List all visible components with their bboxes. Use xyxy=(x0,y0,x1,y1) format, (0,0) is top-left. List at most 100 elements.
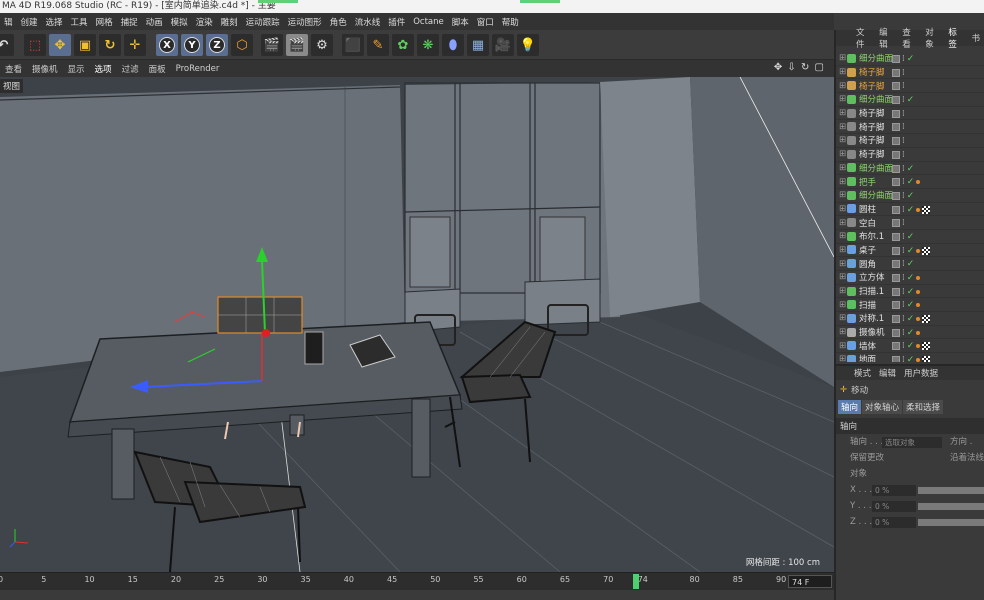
scale-tool-button[interactable]: ▣ xyxy=(74,34,96,56)
menu-item-12[interactable]: 角色 xyxy=(326,16,351,28)
current-frame-field[interactable]: 74 F xyxy=(788,575,832,588)
object-manager-tab-0[interactable]: 文件 xyxy=(852,26,875,50)
visibility-dots-icon[interactable]: ⁞ xyxy=(902,191,905,201)
visibility-dots-icon[interactable]: ⁞ xyxy=(902,259,905,269)
z-slider[interactable] xyxy=(918,519,984,526)
pen-spline-icon[interactable]: ✎ xyxy=(367,34,389,56)
menu-item-8[interactable]: 渲染 xyxy=(192,16,217,28)
visibility-dots-icon[interactable]: ⁞ xyxy=(902,355,905,362)
z-axis-lock-button[interactable]: Z xyxy=(206,34,228,56)
object-name[interactable]: 椅子脚 xyxy=(859,121,893,133)
expand-icon[interactable]: ⊞ xyxy=(839,122,847,132)
object-row[interactable]: ⊞ 细分曲面 ⁞ ✓ xyxy=(836,52,984,66)
layer-swatch-icon[interactable] xyxy=(892,82,900,91)
material-tag-icon[interactable] xyxy=(922,205,931,214)
object-row[interactable]: ⊞ 扫描 ⁞ ✓ xyxy=(836,298,984,313)
object-row[interactable]: ⊞ 摄像机 ⁞ ✓ xyxy=(836,326,984,340)
move-tool-button[interactable]: ✥ xyxy=(49,34,71,56)
menu-item-14[interactable]: 插件 xyxy=(384,16,409,28)
attribute-tab-2[interactable]: 用户数据 xyxy=(900,367,942,379)
expand-icon[interactable]: ⊞ xyxy=(839,81,847,91)
object-row[interactable]: ⊞ 地面 ⁞ ✓ xyxy=(836,353,984,362)
object-name[interactable]: 椅子脚 xyxy=(859,80,893,92)
object-row[interactable]: ⊞ 对称.1 ⁞ ✓ xyxy=(836,312,984,326)
y-value-field[interactable]: 0 % xyxy=(872,501,916,512)
object-row[interactable]: ⊞ 圆柱 ⁞ ✓ xyxy=(836,203,984,217)
object-row[interactable]: ⊞ 椅子脚 ⁞ xyxy=(836,66,984,80)
menu-item-1[interactable]: 创建 xyxy=(17,16,42,28)
tag-icon[interactable] xyxy=(916,289,921,294)
expand-icon[interactable]: ⊞ xyxy=(839,272,847,282)
viewport-nav-icons[interactable]: ✥ ⇩ ↻ ▢ xyxy=(769,62,830,73)
object-row[interactable]: ⊞ 椅子脚 ⁞ xyxy=(836,107,984,121)
expand-icon[interactable]: ⊞ xyxy=(839,286,847,296)
visibility-dots-icon[interactable]: ⁞ xyxy=(902,232,905,242)
menu-item-9[interactable]: 雕刻 xyxy=(217,16,242,28)
enabled-check-icon[interactable]: ✓ xyxy=(907,246,915,256)
viewport-menu-item-3[interactable]: 选项 xyxy=(90,63,117,75)
layer-swatch-icon[interactable] xyxy=(892,232,900,241)
layer-swatch-icon[interactable] xyxy=(892,164,900,173)
timeline-playhead[interactable] xyxy=(632,574,639,589)
attribute-subtab-0[interactable]: 轴向 xyxy=(838,400,862,414)
material-tag-icon[interactable] xyxy=(922,356,931,362)
object-manager-tab-3[interactable]: 对象 xyxy=(921,26,944,50)
enabled-check-icon[interactable]: ✓ xyxy=(907,287,915,297)
y-slider[interactable] xyxy=(918,503,984,510)
rotate-tool-button[interactable]: ↻ xyxy=(99,34,121,56)
object-manager-tab-2[interactable]: 查看 xyxy=(898,26,921,50)
layer-swatch-icon[interactable] xyxy=(892,219,900,228)
object-row[interactable]: ⊞ 细分曲面 ⁞ ✓ xyxy=(836,93,984,107)
visibility-dots-icon[interactable]: ⁞ xyxy=(902,150,905,160)
enabled-check-icon[interactable]: ✓ xyxy=(907,300,915,310)
enabled-check-icon[interactable]: ✓ xyxy=(907,355,915,362)
enabled-check-icon[interactable]: ✓ xyxy=(907,259,915,269)
array-icon[interactable]: ❋ xyxy=(417,34,439,56)
light-icon[interactable]: 💡 xyxy=(517,34,539,56)
object-row[interactable]: ⊞ 椅子脚 ⁞ xyxy=(836,79,984,94)
expand-icon[interactable]: ⊞ xyxy=(839,204,847,214)
menu-item-2[interactable]: 选择 xyxy=(42,16,67,28)
layer-swatch-icon[interactable] xyxy=(892,260,900,269)
expand-icon[interactable]: ⊞ xyxy=(839,67,847,77)
visibility-dots-icon[interactable]: ⁞ xyxy=(902,81,905,91)
object-name[interactable]: 墙体 xyxy=(859,340,893,352)
enabled-check-icon[interactable]: ✓ xyxy=(907,232,915,242)
layer-swatch-icon[interactable] xyxy=(892,246,900,255)
axis-dropdown[interactable]: 选取对象 xyxy=(882,437,942,448)
visibility-dots-icon[interactable]: ⁞ xyxy=(902,95,905,105)
expand-icon[interactable]: ⊞ xyxy=(839,135,847,145)
visibility-dots-icon[interactable]: ⁞ xyxy=(902,109,905,119)
expand-icon[interactable]: ⊞ xyxy=(839,300,847,310)
object-name[interactable]: 地面 xyxy=(859,353,893,362)
enabled-check-icon[interactable]: ✓ xyxy=(907,341,915,351)
layer-swatch-icon[interactable] xyxy=(892,287,900,296)
expand-icon[interactable]: ⊞ xyxy=(839,177,847,187)
enabled-check-icon[interactable]: ✓ xyxy=(907,314,915,324)
object-name[interactable]: 椅子脚 xyxy=(859,134,893,146)
object-row[interactable]: ⊞ 细分曲面 ⁞ ✓ xyxy=(836,162,984,176)
visibility-dots-icon[interactable]: ⁞ xyxy=(902,68,905,78)
menu-item-5[interactable]: 捕捉 xyxy=(117,16,142,28)
render-picture-viewer-icon[interactable]: 🎬 xyxy=(286,34,308,56)
layer-swatch-icon[interactable] xyxy=(892,342,900,351)
menu-item-11[interactable]: 运动图形 xyxy=(284,16,326,28)
perspective-viewport[interactable]: 视图 网格间距 : 100 cm xyxy=(0,77,834,572)
visibility-dots-icon[interactable]: ⁞ xyxy=(902,287,905,297)
expand-icon[interactable]: ⊞ xyxy=(839,313,847,323)
cube-icon[interactable]: ⬛ xyxy=(342,34,364,56)
object-name[interactable]: 布尔.1 xyxy=(859,230,893,242)
object-row[interactable]: ⊞ 墙体 ⁞ ✓ xyxy=(836,339,984,354)
enabled-check-icon[interactable]: ✓ xyxy=(907,191,915,201)
tag-icon[interactable] xyxy=(916,303,921,308)
coordinate-system-button[interactable]: ⬡ xyxy=(231,34,253,56)
expand-icon[interactable]: ⊞ xyxy=(839,341,847,351)
expand-icon[interactable]: ⊞ xyxy=(839,149,847,159)
keep-changes-checkbox[interactable]: 保留更改 xyxy=(850,453,884,463)
object-name[interactable]: 细分曲面 xyxy=(859,162,893,174)
select-tool-button[interactable]: ⬚ xyxy=(24,34,46,56)
menu-item-0[interactable]: 辑 xyxy=(0,16,17,28)
expand-icon[interactable]: ⊞ xyxy=(839,190,847,200)
expand-icon[interactable]: ⊞ xyxy=(839,94,847,104)
y-axis-lock-button[interactable]: Y xyxy=(181,34,203,56)
